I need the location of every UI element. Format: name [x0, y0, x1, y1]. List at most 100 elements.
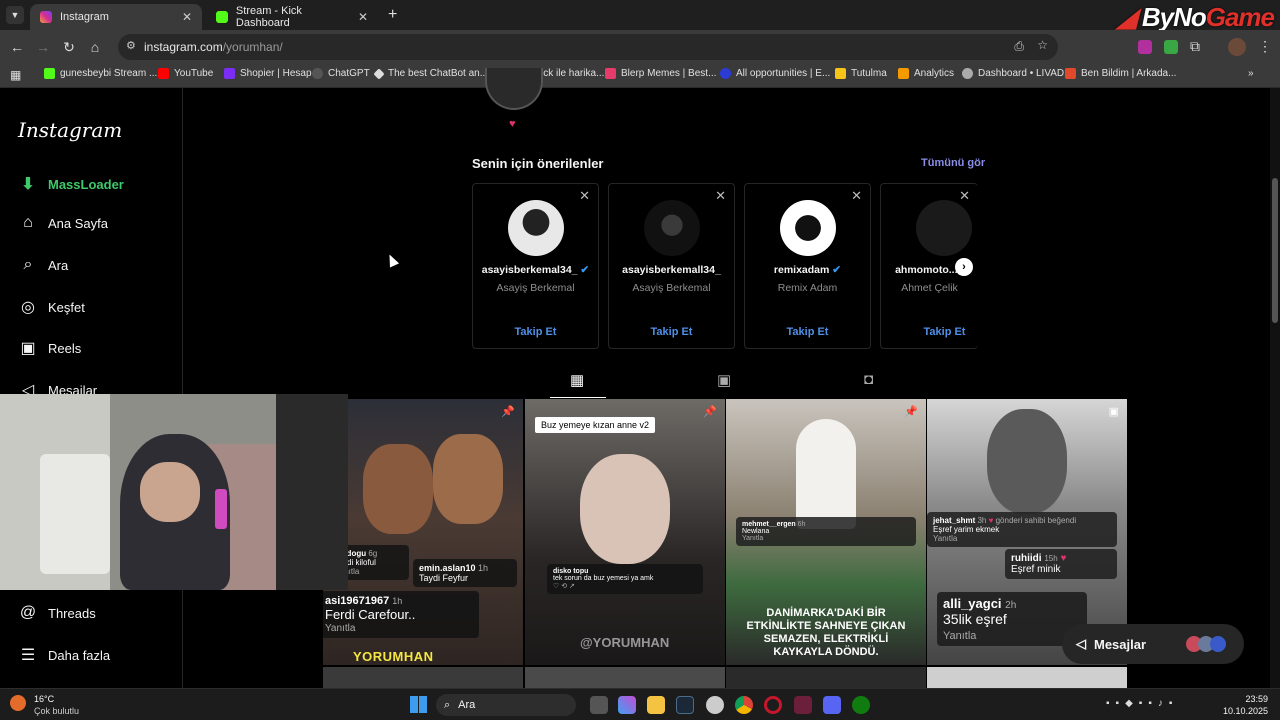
- see-all-link[interactable]: Tümünü gör: [921, 157, 985, 169]
- extension-icon[interactable]: [1164, 40, 1178, 54]
- tagged-tab-icon[interactable]: ◘: [864, 371, 873, 388]
- nav-explore[interactable]: ◎ Keşfet: [18, 297, 85, 317]
- reels-tab-icon[interactable]: ▣: [717, 371, 731, 389]
- post-thumbnail[interactable]: 📌 mehmet__ergen 6h Newlana Yanıtla DANİMAR…: [726, 399, 926, 665]
- chrome-icon[interactable]: [735, 696, 753, 714]
- kick-favicon-icon: [216, 11, 228, 23]
- browser-toolbar: ← → ↻ ⌂ ⚙ instagram.com/yorumhan/ ⎙ ☆ ⧉ …: [0, 30, 1280, 64]
- post-thumbnail[interactable]: [927, 667, 1127, 688]
- comment-text: Newlana: [742, 528, 770, 535]
- tab-list-button[interactable]: ▼: [6, 6, 24, 24]
- address-bar[interactable]: ⚙ instagram.com/yorumhan/ ⎙ ☆: [118, 34, 1058, 60]
- bookmark-item[interactable]: Tutulma: [835, 68, 887, 79]
- nav-massloader[interactable]: ⬇ MassLoader: [18, 174, 124, 194]
- suggestion-card: ✕ remixadam ✔ Remix Adam Takip Et: [744, 183, 871, 349]
- bookmark-item[interactable]: The best ChatBot an...: [373, 67, 488, 80]
- bookmark-item[interactable]: Blerp Memes | Best...: [605, 68, 716, 79]
- avatar[interactable]: [507, 200, 564, 256]
- follow-button[interactable]: Takip Et: [473, 326, 598, 338]
- start-windows-icon[interactable]: [410, 696, 427, 713]
- post-thumbnail[interactable]: 📌 im.dogu 6gFerdi kilofulYanıtla emin.as…: [323, 399, 523, 665]
- bookmark-item[interactable]: Ben Bildim | Arkada...: [1065, 68, 1176, 79]
- messages-floating-button[interactable]: ◁ Mesajlar: [1062, 624, 1244, 664]
- bookmark-item[interactable]: YouTube: [158, 68, 213, 79]
- task-view-icon[interactable]: [590, 696, 608, 714]
- close-icon[interactable]: ✕: [579, 188, 590, 204]
- comment-user: jehat_shmt: [933, 516, 976, 525]
- bookmark-item[interactable]: Shopier | Hesap: [224, 68, 312, 79]
- suggestion-username[interactable]: remixadam ✔: [745, 264, 870, 276]
- weather-icon[interactable]: [10, 695, 26, 711]
- close-tab-icon[interactable]: ✕: [182, 10, 192, 24]
- clock-time[interactable]: 23:59: [1220, 694, 1268, 704]
- close-icon[interactable]: ✕: [851, 188, 862, 204]
- highlight-avatar[interactable]: [485, 68, 543, 110]
- nav-reels[interactable]: ▣ Reels: [18, 338, 81, 358]
- post-thumbnail[interactable]: Buz yemeye kızan anne v2 📌 disko topu tek…: [525, 399, 725, 665]
- post-thumbnail[interactable]: [726, 667, 926, 688]
- follow-button[interactable]: Takip Et: [609, 326, 734, 338]
- close-icon[interactable]: ✕: [715, 188, 726, 204]
- bookmark-item[interactable]: Analytics: [898, 68, 954, 79]
- new-tab-button[interactable]: +: [388, 6, 397, 24]
- posts-tab-grid-icon[interactable]: ▦: [570, 371, 584, 389]
- bookmark-item[interactable]: ChatGPT: [312, 68, 370, 79]
- instagram-logo[interactable]: Instagram: [18, 118, 122, 142]
- avatar[interactable]: [916, 200, 972, 256]
- steam-icon[interactable]: [676, 696, 694, 714]
- system-tray[interactable]: ▪▪◆▪▪♪▪: [1106, 698, 1178, 709]
- verified-icon: ✔: [832, 264, 842, 276]
- suggestion-username[interactable]: asayisberkemall34_: [609, 264, 734, 276]
- copilot-icon[interactable]: [618, 696, 636, 714]
- follow-button[interactable]: Takip Et: [881, 326, 978, 338]
- bookmark-item[interactable]: gunesbeybi Stream ...: [44, 68, 157, 79]
- close-icon[interactable]: ✕: [959, 188, 970, 204]
- avatar[interactable]: [779, 200, 836, 256]
- apps-grid-icon[interactable]: ▦: [10, 68, 21, 82]
- app-icon[interactable]: [794, 696, 812, 714]
- bookmark-item[interactable]: Dashboard • LIVAD: [962, 68, 1064, 79]
- extensions-puzzle-icon[interactable]: ⧉: [1190, 38, 1200, 55]
- taskbar-search[interactable]: ⌕ Ara: [436, 694, 576, 716]
- bookmark-star-icon[interactable]: ☆: [1037, 38, 1048, 52]
- suggestion-card: ✕ asayisberkemall34_ Asayiş Berkemal Tak…: [608, 183, 735, 349]
- scrollbar-thumb[interactable]: [1272, 178, 1278, 323]
- site-info-icon[interactable]: ⚙: [126, 39, 136, 52]
- page-scrollbar[interactable]: [1270, 88, 1280, 688]
- comment-user: emin.aslan10: [419, 563, 476, 573]
- github-icon[interactable]: [706, 696, 724, 714]
- browser-menu-icon[interactable]: ⋮: [1258, 38, 1272, 55]
- discord-icon[interactable]: [823, 696, 841, 714]
- forward-icon[interactable]: →: [34, 38, 52, 56]
- bookmark-label: All opportunities | E...: [736, 68, 831, 79]
- nav-more[interactable]: ☰ Daha fazla: [18, 645, 110, 665]
- bookmark-label: Dashboard • LIVAD: [978, 68, 1065, 79]
- file-explorer-icon[interactable]: [647, 696, 665, 714]
- nav-threads[interactable]: @ Threads: [18, 603, 96, 623]
- opera-icon[interactable]: [764, 696, 782, 714]
- tab-instagram[interactable]: Instagram ✕: [30, 4, 202, 30]
- post-thumbnail[interactable]: [525, 667, 725, 688]
- suggestion-username[interactable]: asayisberkemal34_ ✔: [473, 264, 598, 276]
- comment-text: Ferdi Carefour..: [325, 607, 416, 622]
- weather-temp[interactable]: 16°C: [34, 694, 54, 704]
- nav-home[interactable]: ⌂ Ana Sayfa: [18, 213, 108, 233]
- install-app-icon[interactable]: ⎙: [1014, 39, 1024, 54]
- post-thumbnail[interactable]: [323, 667, 523, 688]
- nav-search[interactable]: ⌕ Ara: [18, 255, 69, 275]
- clock-date[interactable]: 10.10.2025: [1212, 706, 1268, 716]
- profile-avatar[interactable]: [1228, 38, 1246, 56]
- back-icon[interactable]: ←: [8, 38, 26, 56]
- next-arrow-icon[interactable]: ›: [955, 258, 973, 276]
- reload-icon[interactable]: ↻: [60, 38, 78, 56]
- search-icon: ⌕: [23, 256, 33, 273]
- extension-icon[interactable]: [1138, 40, 1152, 54]
- home-icon[interactable]: ⌂: [86, 38, 104, 56]
- more-bookmarks-icon[interactable]: »: [1248, 68, 1254, 79]
- close-tab-icon[interactable]: ✕: [358, 10, 368, 24]
- tab-kick[interactable]: Stream - Kick Dashboard ✕: [206, 4, 378, 30]
- xbox-icon[interactable]: [852, 696, 870, 714]
- follow-button[interactable]: Takip Et: [745, 326, 870, 338]
- avatar[interactable]: [643, 200, 700, 256]
- bookmark-item[interactable]: All opportunities | E...: [720, 68, 830, 79]
